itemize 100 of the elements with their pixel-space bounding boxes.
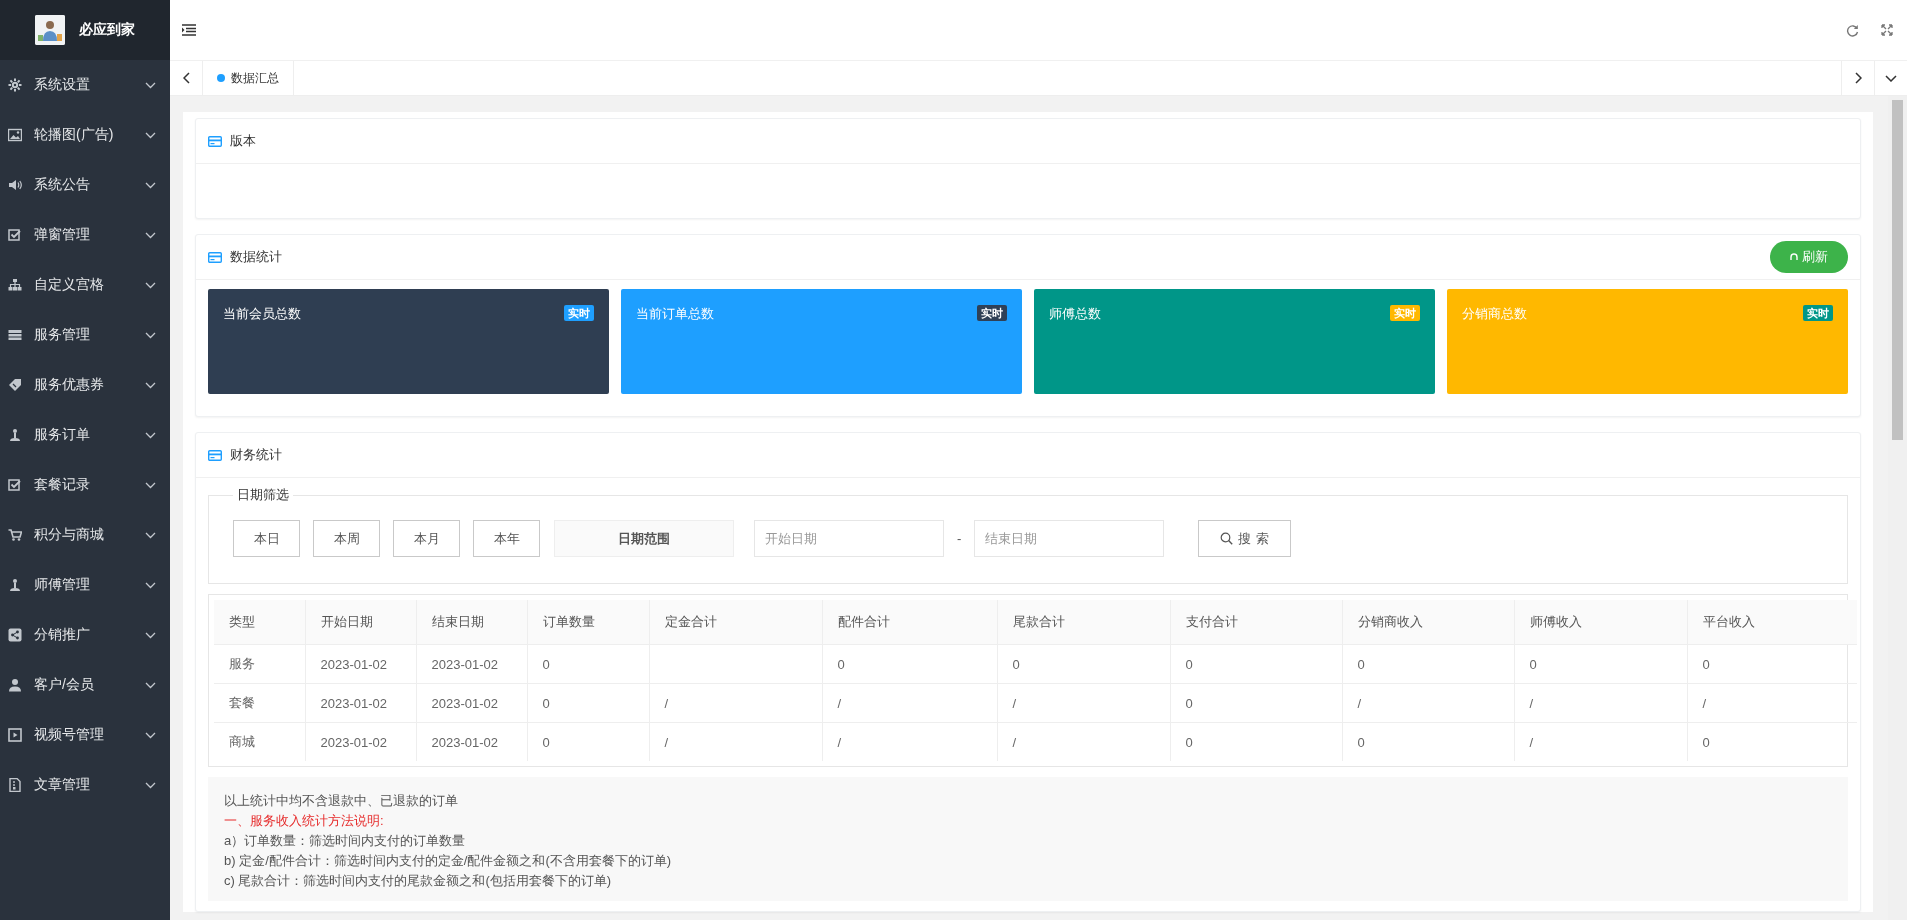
- app-logo-text: 必应到家: [79, 21, 135, 39]
- table-cell: /: [1342, 683, 1514, 723]
- sidebar-item[interactable]: 自定义宫格: [0, 260, 170, 310]
- table-cell: /: [1514, 683, 1687, 723]
- play-icon: [8, 728, 22, 742]
- table-cell: 0: [997, 644, 1170, 684]
- column-header: 定金合计: [649, 600, 822, 645]
- column-header: 类型: [214, 600, 305, 645]
- table-cell: 0: [1342, 722, 1514, 761]
- cart-icon: [8, 528, 22, 542]
- sidebar-item[interactable]: 师傅管理: [0, 560, 170, 610]
- period-button[interactable]: 本周: [313, 520, 380, 557]
- table-cell: 0: [1170, 644, 1342, 684]
- sidebar-item[interactable]: 分销推广: [0, 610, 170, 660]
- table-cell: 0: [1342, 644, 1514, 684]
- tile-title: 当前订单总数: [636, 305, 714, 323]
- sidebar-item[interactable]: 轮播图(广告): [0, 110, 170, 160]
- chevron-down-icon: [145, 781, 156, 789]
- tile-title: 分销商总数: [1462, 305, 1527, 323]
- search-icon: [1219, 532, 1233, 545]
- sidebar-item[interactable]: 服务订单: [0, 410, 170, 460]
- period-button[interactable]: 本月: [393, 520, 460, 557]
- table-cell: 0: [1687, 644, 1857, 684]
- table-cell: 商城: [214, 722, 305, 761]
- card-title: 财务统计: [230, 446, 282, 464]
- chevron-down-icon: [145, 131, 156, 139]
- sidebar-item[interactable]: 服务管理: [0, 310, 170, 360]
- realtime-badge: 实时: [1803, 305, 1833, 321]
- sidebar-item[interactable]: 服务优惠券: [0, 360, 170, 410]
- refresh-icon[interactable]: [1846, 23, 1859, 37]
- sitemap-icon: [8, 278, 22, 292]
- worker-icon: [8, 428, 22, 442]
- gear-icon: [8, 78, 22, 92]
- end-date-field[interactable]: 结束日期: [974, 520, 1165, 557]
- column-header: 师傅收入: [1514, 600, 1687, 645]
- fullscreen-icon[interactable]: [1881, 24, 1893, 36]
- column-header: 订单数量: [527, 600, 649, 645]
- image-icon: [8, 128, 22, 142]
- filter-legend: 日期筛选: [233, 486, 293, 504]
- page-tab[interactable]: 数据汇总: [203, 61, 294, 95]
- chevron-left-icon: [182, 72, 190, 84]
- file-icon: [8, 778, 22, 792]
- sidebar-item[interactable]: 系统公告: [0, 160, 170, 210]
- sidebar-item[interactable]: 视频号管理: [0, 710, 170, 760]
- chevron-right-icon: [1854, 72, 1862, 84]
- period-button[interactable]: 本年: [473, 520, 540, 557]
- card-title: 版本: [230, 132, 256, 150]
- column-header: 结束日期: [416, 600, 527, 645]
- chevron-down-icon: [145, 181, 156, 189]
- period-button[interactable]: 本日: [233, 520, 300, 557]
- chevron-down-icon: [145, 531, 156, 539]
- card-icon: [208, 135, 222, 147]
- sidebar-item[interactable]: 弹窗管理: [0, 210, 170, 260]
- table-cell: 0: [1514, 644, 1687, 684]
- start-date-field[interactable]: 开始日期: [754, 520, 944, 557]
- note-heading: 一、服务收入统计方法说明:: [224, 812, 385, 830]
- logo-icon: [35, 15, 65, 45]
- chevron-down-icon: [145, 281, 156, 289]
- chevron-down-icon: [145, 331, 156, 339]
- table-cell: /: [997, 722, 1170, 761]
- table-cell: 2023-01-02: [416, 722, 527, 761]
- checkbox-icon: [8, 478, 22, 492]
- note-text: b) 定金/配件合计：筛选时间内支付的定金/配件金额之和(不含用套餐下的订单): [224, 852, 673, 870]
- table-cell: /: [822, 722, 997, 761]
- table-cell: 2023-01-02: [305, 683, 416, 723]
- column-header: 平台收入: [1687, 600, 1857, 645]
- table-cell: 服务: [214, 644, 305, 684]
- chevron-down-icon: [145, 81, 156, 89]
- table-cell: 2023-01-02: [416, 683, 527, 723]
- chevron-down-icon: [145, 381, 156, 389]
- chevron-down-icon: [145, 231, 156, 239]
- sidebar-item[interactable]: 系统设置: [0, 60, 170, 110]
- user-icon: [8, 678, 22, 692]
- speaker-icon: [8, 178, 22, 192]
- table-cell: 2023-01-02: [416, 644, 527, 684]
- sidebar-item[interactable]: 积分与商城: [0, 510, 170, 560]
- sidebar-item[interactable]: 文章管理: [0, 760, 170, 810]
- realtime-badge: 实时: [977, 305, 1007, 321]
- table-cell: 0: [1170, 722, 1342, 761]
- column-header: 尾款合计: [997, 600, 1170, 645]
- table-cell: /: [649, 683, 822, 723]
- range-separator: -: [957, 531, 962, 546]
- card-icon: [208, 449, 222, 461]
- sidebar-item[interactable]: 客户/会员: [0, 660, 170, 710]
- ticket-icon: [8, 378, 22, 392]
- table-cell: /: [997, 683, 1170, 723]
- menu-icon[interactable]: [182, 24, 196, 36]
- table-cell: 2023-01-02: [305, 722, 416, 761]
- card-icon: [208, 251, 222, 263]
- share-icon: [8, 628, 22, 642]
- table-cell: 0: [1687, 722, 1857, 761]
- table-cell: 0: [1170, 683, 1342, 723]
- sidebar-item[interactable]: 套餐记录: [0, 460, 170, 510]
- chevron-down-icon: [145, 431, 156, 439]
- note-text: 以上统计中均不含退款中、已退款的订单: [224, 792, 459, 810]
- column-header: 分销商收入: [1342, 600, 1514, 645]
- search-button[interactable]: 搜 索: [1198, 520, 1292, 557]
- table-cell: 0: [527, 644, 649, 684]
- column-header: 开始日期: [305, 600, 416, 645]
- date-range-label: 日期范围: [554, 520, 734, 557]
